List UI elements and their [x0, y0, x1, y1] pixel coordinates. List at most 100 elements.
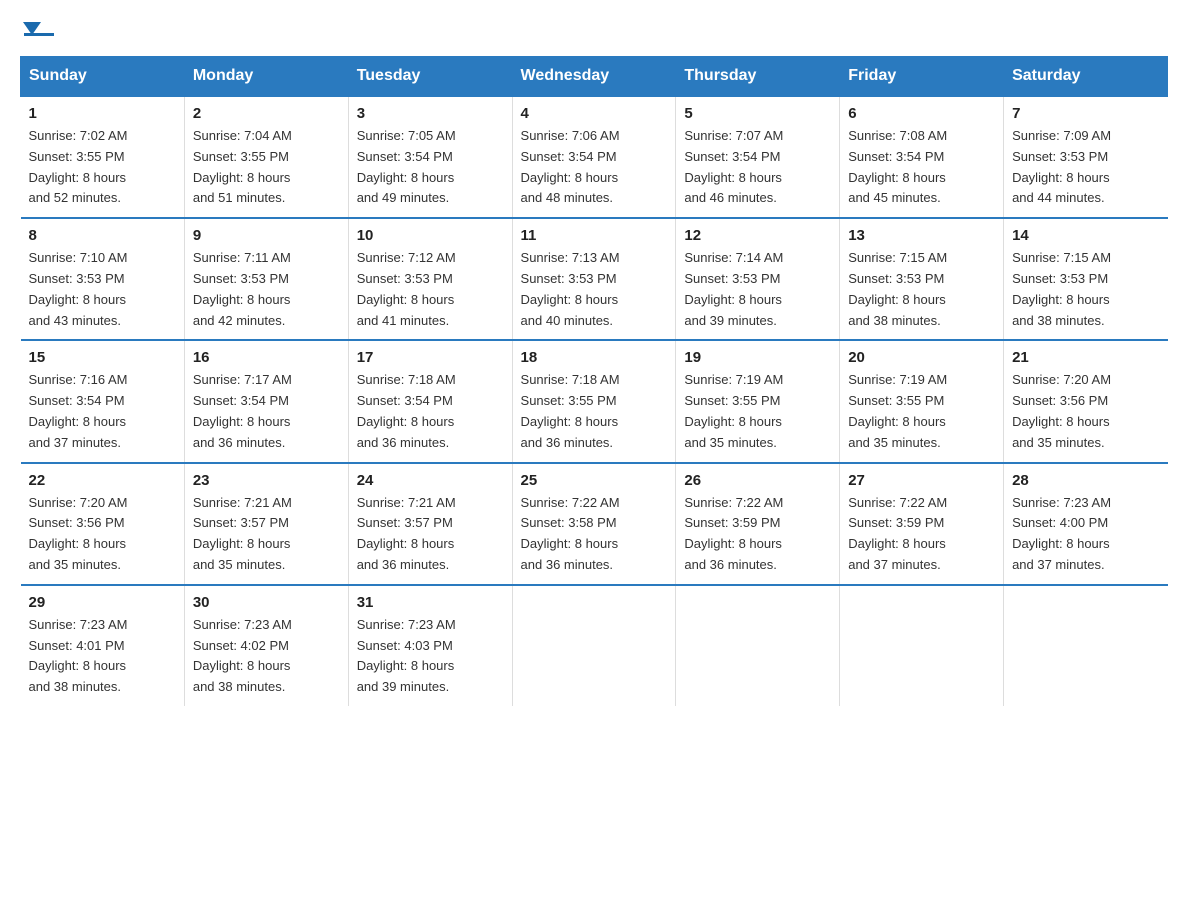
day-cell: 8 Sunrise: 7:10 AM Sunset: 3:53 PM Dayli… [21, 218, 185, 340]
day-number: 7 [1012, 105, 1159, 122]
day-number: 25 [521, 472, 668, 489]
day-number: 1 [29, 105, 176, 122]
day-info: Sunrise: 7:22 AM Sunset: 3:59 PM Dayligh… [848, 493, 995, 576]
day-info: Sunrise: 7:16 AM Sunset: 3:54 PM Dayligh… [29, 370, 176, 453]
day-number: 10 [357, 227, 504, 244]
day-cell: 17 Sunrise: 7:18 AM Sunset: 3:54 PM Dayl… [348, 340, 512, 462]
day-cell: 31 Sunrise: 7:23 AM Sunset: 4:03 PM Dayl… [348, 585, 512, 706]
day-cell [512, 585, 676, 706]
day-info: Sunrise: 7:21 AM Sunset: 3:57 PM Dayligh… [357, 493, 504, 576]
day-info: Sunrise: 7:18 AM Sunset: 3:55 PM Dayligh… [521, 370, 668, 453]
day-cell [676, 585, 840, 706]
day-info: Sunrise: 7:23 AM Sunset: 4:02 PM Dayligh… [193, 615, 340, 698]
day-number: 24 [357, 472, 504, 489]
calendar-header: SundayMondayTuesdayWednesdayThursdayFrid… [21, 57, 1168, 97]
day-cell: 28 Sunrise: 7:23 AM Sunset: 4:00 PM Dayl… [1004, 463, 1168, 585]
day-cell: 13 Sunrise: 7:15 AM Sunset: 3:53 PM Dayl… [840, 218, 1004, 340]
header-cell-sunday: Sunday [21, 57, 185, 97]
day-info: Sunrise: 7:09 AM Sunset: 3:53 PM Dayligh… [1012, 126, 1159, 209]
week-row-4: 22 Sunrise: 7:20 AM Sunset: 3:56 PM Dayl… [21, 463, 1168, 585]
day-cell: 7 Sunrise: 7:09 AM Sunset: 3:53 PM Dayli… [1004, 96, 1168, 218]
day-cell: 29 Sunrise: 7:23 AM Sunset: 4:01 PM Dayl… [21, 585, 185, 706]
header-cell-thursday: Thursday [676, 57, 840, 97]
week-row-3: 15 Sunrise: 7:16 AM Sunset: 3:54 PM Dayl… [21, 340, 1168, 462]
day-number: 8 [29, 227, 176, 244]
day-info: Sunrise: 7:10 AM Sunset: 3:53 PM Dayligh… [29, 248, 176, 331]
day-info: Sunrise: 7:15 AM Sunset: 3:53 PM Dayligh… [1012, 248, 1159, 331]
day-info: Sunrise: 7:11 AM Sunset: 3:53 PM Dayligh… [193, 248, 340, 331]
day-info: Sunrise: 7:23 AM Sunset: 4:01 PM Dayligh… [29, 615, 176, 698]
day-number: 2 [193, 105, 340, 122]
day-number: 6 [848, 105, 995, 122]
day-info: Sunrise: 7:07 AM Sunset: 3:54 PM Dayligh… [684, 126, 831, 209]
day-number: 20 [848, 349, 995, 366]
calendar-table: SundayMondayTuesdayWednesdayThursdayFrid… [20, 56, 1168, 706]
day-number: 30 [193, 594, 340, 611]
day-cell: 27 Sunrise: 7:22 AM Sunset: 3:59 PM Dayl… [840, 463, 1004, 585]
day-cell: 18 Sunrise: 7:18 AM Sunset: 3:55 PM Dayl… [512, 340, 676, 462]
day-number: 26 [684, 472, 831, 489]
day-info: Sunrise: 7:17 AM Sunset: 3:54 PM Dayligh… [193, 370, 340, 453]
header-cell-friday: Friday [840, 57, 1004, 97]
day-cell: 15 Sunrise: 7:16 AM Sunset: 3:54 PM Dayl… [21, 340, 185, 462]
day-number: 17 [357, 349, 504, 366]
day-cell: 16 Sunrise: 7:17 AM Sunset: 3:54 PM Dayl… [184, 340, 348, 462]
day-number: 11 [521, 227, 668, 244]
day-info: Sunrise: 7:23 AM Sunset: 4:03 PM Dayligh… [357, 615, 504, 698]
week-row-5: 29 Sunrise: 7:23 AM Sunset: 4:01 PM Dayl… [21, 585, 1168, 706]
page-header [20, 20, 1168, 36]
header-cell-tuesday: Tuesday [348, 57, 512, 97]
week-row-2: 8 Sunrise: 7:10 AM Sunset: 3:53 PM Dayli… [21, 218, 1168, 340]
day-cell: 23 Sunrise: 7:21 AM Sunset: 3:57 PM Dayl… [184, 463, 348, 585]
day-info: Sunrise: 7:21 AM Sunset: 3:57 PM Dayligh… [193, 493, 340, 576]
logo [20, 20, 54, 36]
day-cell: 19 Sunrise: 7:19 AM Sunset: 3:55 PM Dayl… [676, 340, 840, 462]
day-number: 13 [848, 227, 995, 244]
header-cell-saturday: Saturday [1004, 57, 1168, 97]
day-info: Sunrise: 7:15 AM Sunset: 3:53 PM Dayligh… [848, 248, 995, 331]
day-cell: 6 Sunrise: 7:08 AM Sunset: 3:54 PM Dayli… [840, 96, 1004, 218]
day-cell [840, 585, 1004, 706]
day-cell: 12 Sunrise: 7:14 AM Sunset: 3:53 PM Dayl… [676, 218, 840, 340]
day-info: Sunrise: 7:04 AM Sunset: 3:55 PM Dayligh… [193, 126, 340, 209]
day-cell: 24 Sunrise: 7:21 AM Sunset: 3:57 PM Dayl… [348, 463, 512, 585]
header-row: SundayMondayTuesdayWednesdayThursdayFrid… [21, 57, 1168, 97]
day-number: 9 [193, 227, 340, 244]
day-cell: 2 Sunrise: 7:04 AM Sunset: 3:55 PM Dayli… [184, 96, 348, 218]
day-info: Sunrise: 7:02 AM Sunset: 3:55 PM Dayligh… [29, 126, 176, 209]
day-cell: 3 Sunrise: 7:05 AM Sunset: 3:54 PM Dayli… [348, 96, 512, 218]
day-info: Sunrise: 7:19 AM Sunset: 3:55 PM Dayligh… [684, 370, 831, 453]
day-info: Sunrise: 7:20 AM Sunset: 3:56 PM Dayligh… [29, 493, 176, 576]
header-cell-monday: Monday [184, 57, 348, 97]
day-info: Sunrise: 7:22 AM Sunset: 3:59 PM Dayligh… [684, 493, 831, 576]
day-info: Sunrise: 7:19 AM Sunset: 3:55 PM Dayligh… [848, 370, 995, 453]
day-cell: 21 Sunrise: 7:20 AM Sunset: 3:56 PM Dayl… [1004, 340, 1168, 462]
day-cell: 10 Sunrise: 7:12 AM Sunset: 3:53 PM Dayl… [348, 218, 512, 340]
day-info: Sunrise: 7:12 AM Sunset: 3:53 PM Dayligh… [357, 248, 504, 331]
day-cell: 20 Sunrise: 7:19 AM Sunset: 3:55 PM Dayl… [840, 340, 1004, 462]
day-number: 19 [684, 349, 831, 366]
header-cell-wednesday: Wednesday [512, 57, 676, 97]
day-info: Sunrise: 7:13 AM Sunset: 3:53 PM Dayligh… [521, 248, 668, 331]
day-cell: 25 Sunrise: 7:22 AM Sunset: 3:58 PM Dayl… [512, 463, 676, 585]
day-number: 3 [357, 105, 504, 122]
day-info: Sunrise: 7:18 AM Sunset: 3:54 PM Dayligh… [357, 370, 504, 453]
day-cell: 1 Sunrise: 7:02 AM Sunset: 3:55 PM Dayli… [21, 96, 185, 218]
day-cell: 26 Sunrise: 7:22 AM Sunset: 3:59 PM Dayl… [676, 463, 840, 585]
calendar-body: 1 Sunrise: 7:02 AM Sunset: 3:55 PM Dayli… [21, 96, 1168, 706]
day-number: 23 [193, 472, 340, 489]
week-row-1: 1 Sunrise: 7:02 AM Sunset: 3:55 PM Dayli… [21, 96, 1168, 218]
day-number: 27 [848, 472, 995, 489]
day-cell: 9 Sunrise: 7:11 AM Sunset: 3:53 PM Dayli… [184, 218, 348, 340]
day-number: 22 [29, 472, 176, 489]
day-number: 14 [1012, 227, 1159, 244]
day-info: Sunrise: 7:14 AM Sunset: 3:53 PM Dayligh… [684, 248, 831, 331]
day-info: Sunrise: 7:05 AM Sunset: 3:54 PM Dayligh… [357, 126, 504, 209]
day-info: Sunrise: 7:06 AM Sunset: 3:54 PM Dayligh… [521, 126, 668, 209]
day-number: 21 [1012, 349, 1159, 366]
day-cell: 4 Sunrise: 7:06 AM Sunset: 3:54 PM Dayli… [512, 96, 676, 218]
day-cell: 5 Sunrise: 7:07 AM Sunset: 3:54 PM Dayli… [676, 96, 840, 218]
day-number: 28 [1012, 472, 1159, 489]
day-info: Sunrise: 7:08 AM Sunset: 3:54 PM Dayligh… [848, 126, 995, 209]
day-info: Sunrise: 7:20 AM Sunset: 3:56 PM Dayligh… [1012, 370, 1159, 453]
